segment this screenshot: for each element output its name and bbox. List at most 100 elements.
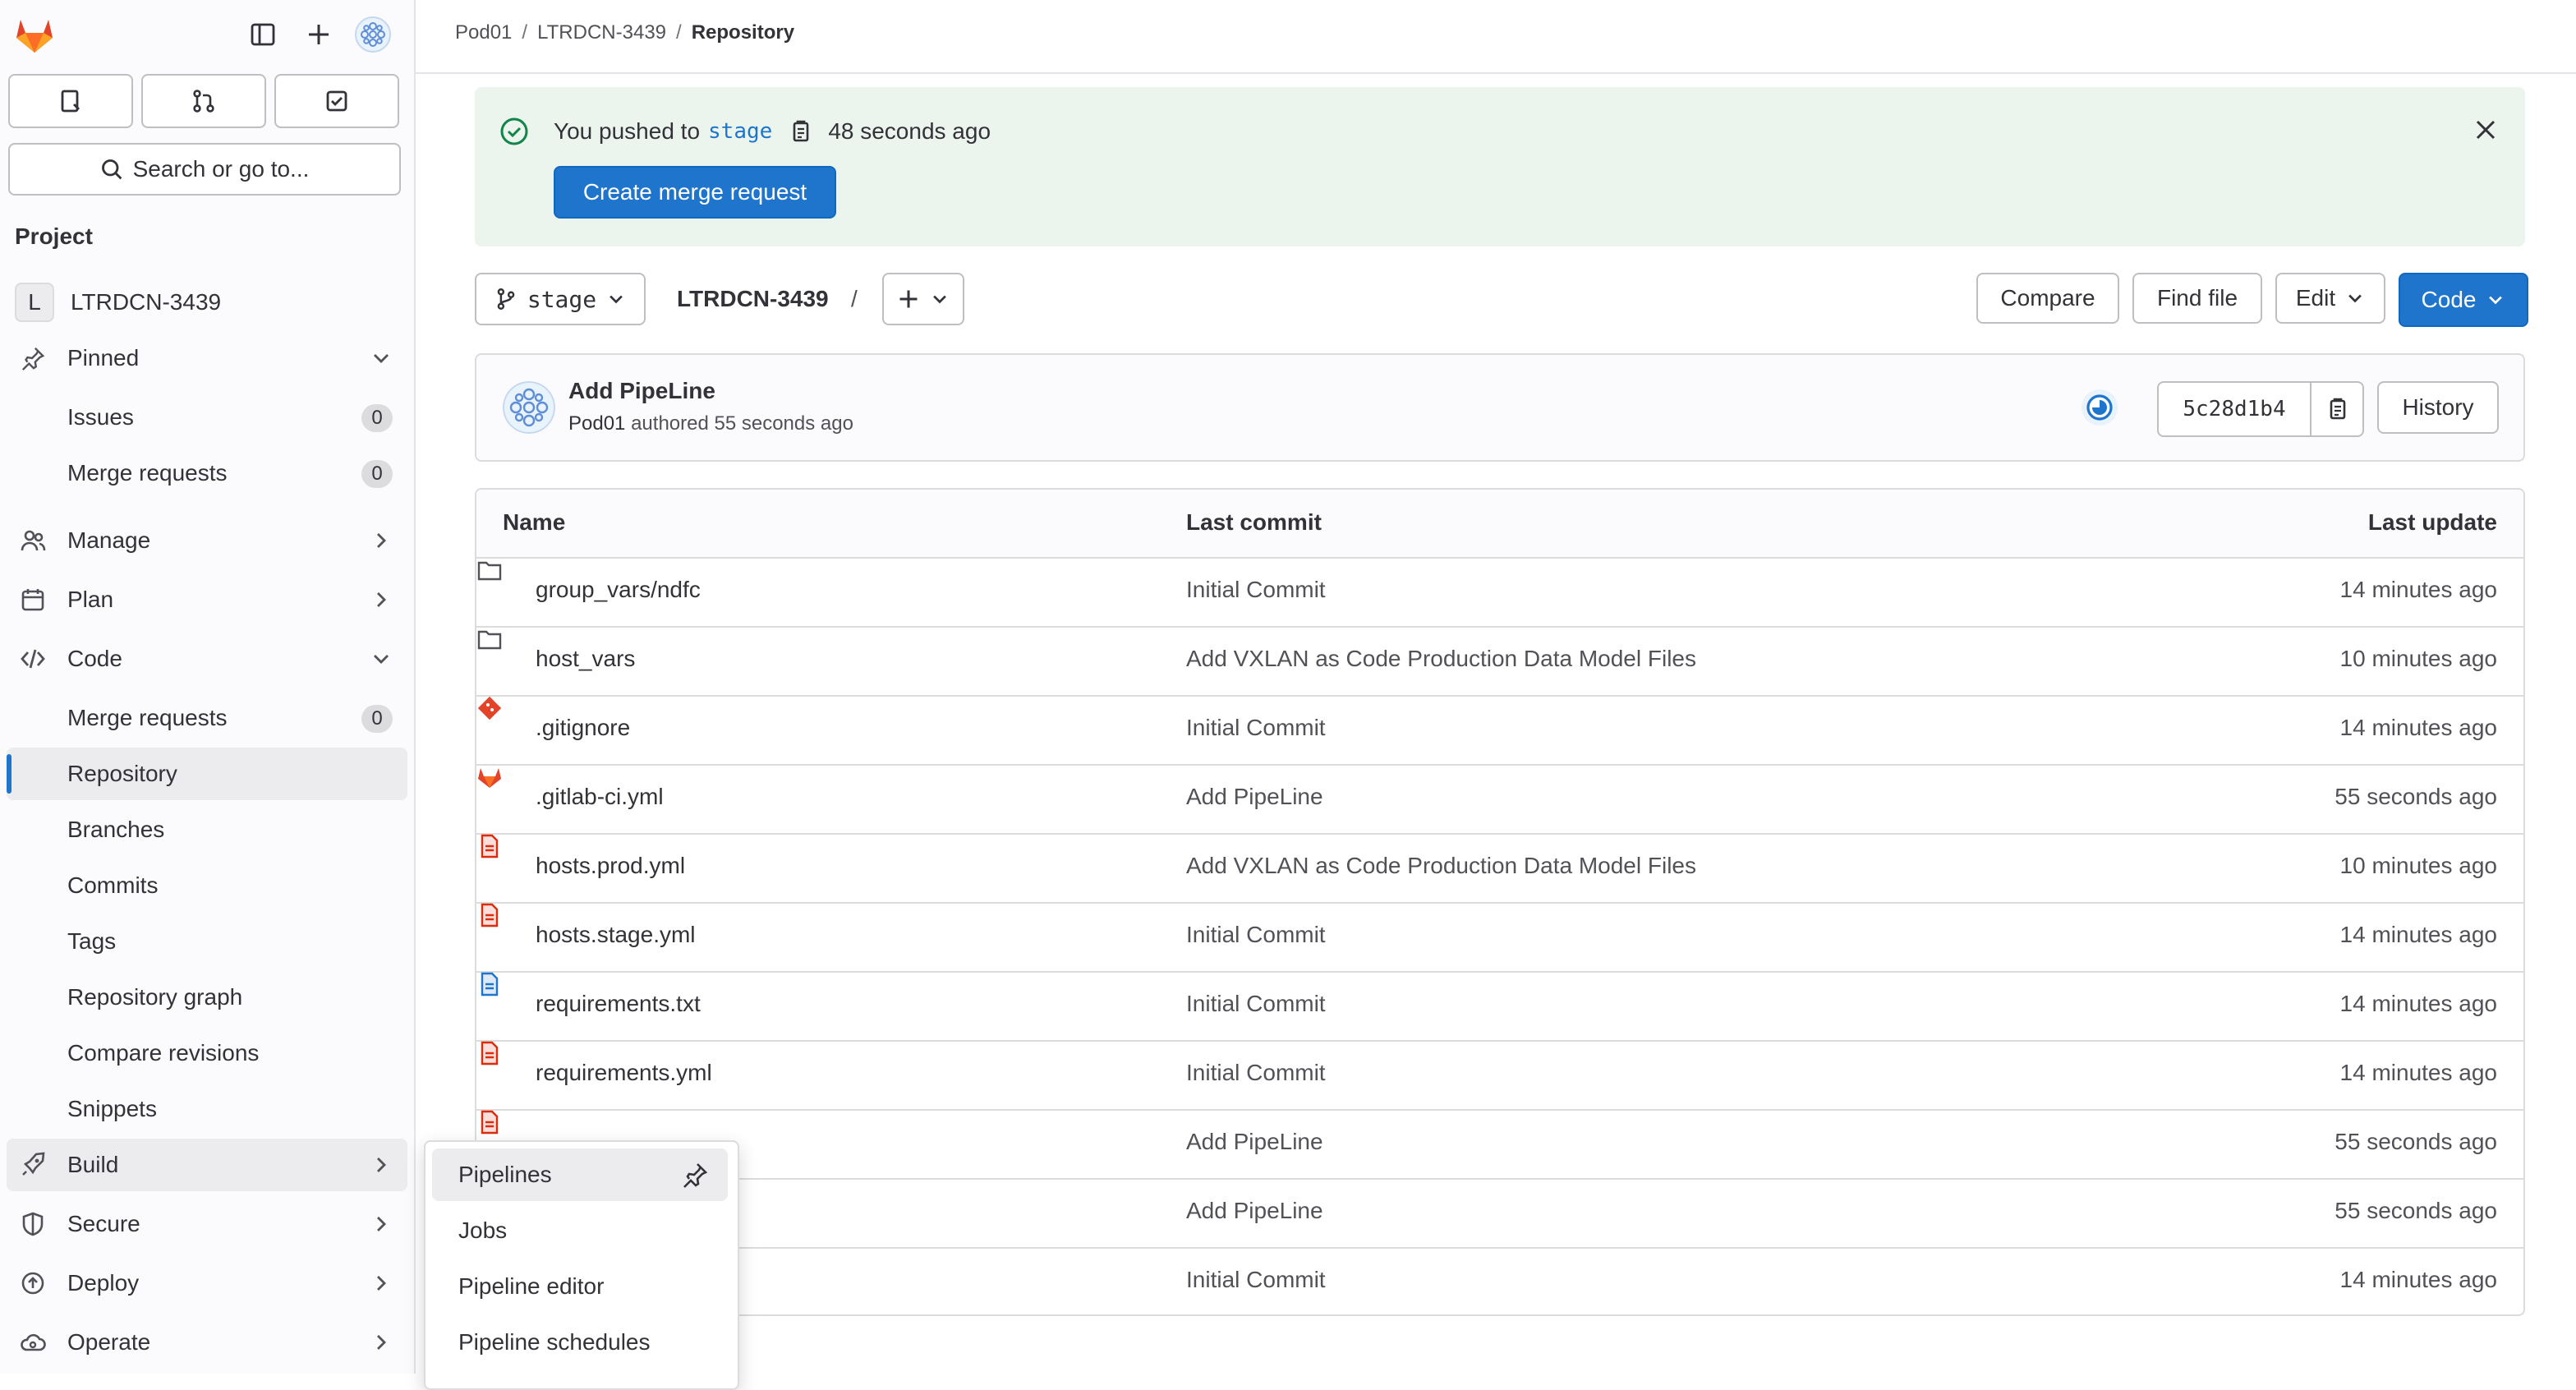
nav-deploy-label: Deploy (67, 1270, 140, 1296)
table-row[interactable]: requirements.txt Initial Commit 14 minut… (476, 971, 2523, 1042)
commit-message-link[interactable]: Add VXLAN as Code Production Data Model … (1186, 853, 1696, 879)
nav-deploy[interactable]: Deploy (0, 1257, 414, 1309)
table-row[interactable]: .gitignore Initial Commit 14 minutes ago (476, 695, 2523, 766)
code-icon (20, 646, 46, 672)
last-update: 10 minutes ago (2339, 853, 2497, 878)
commit-message-link[interactable]: Add PipeLine (1186, 1129, 1323, 1155)
sidebar-item-branches[interactable]: Branches (0, 803, 414, 856)
add-to-tree-button[interactable] (882, 273, 964, 325)
commit-message-link[interactable]: Initial Commit (1186, 577, 1326, 603)
commit-message-link[interactable]: Add PipeLine (1186, 784, 1323, 810)
sidebar-toggle-icon[interactable] (245, 16, 281, 53)
sidebar-item-snippets[interactable]: Snippets (0, 1083, 414, 1135)
column-header-last-commit: Last commit (1186, 509, 1322, 535)
create-merge-request-button[interactable]: Create merge request (554, 166, 836, 219)
file-name-link[interactable]: .gitignore (536, 715, 630, 741)
table-row[interactable]: .gitlab-ci.yml Add PipeLine 55 seconds a… (476, 764, 2523, 835)
commit-message-link[interactable]: Initial Commit (1186, 715, 1326, 741)
commit-title[interactable]: Add PipeLine (568, 378, 715, 404)
nav-build[interactable]: Build (7, 1139, 407, 1191)
table-row[interactable]: host_vars Add VXLAN as Code Production D… (476, 626, 2523, 697)
file-name-link[interactable]: hosts.prod.yml (536, 853, 685, 879)
commit-message-link[interactable]: Initial Commit (1186, 991, 1326, 1017)
project-avatar: L (15, 283, 54, 322)
branch-selector[interactable]: stage (475, 273, 646, 325)
code-dropdown[interactable]: Code (2399, 273, 2528, 327)
todo-list-button[interactable] (274, 74, 399, 128)
file-name-link[interactable]: requirements.yml (536, 1060, 712, 1086)
close-icon[interactable] (2472, 117, 2499, 143)
file-name-link[interactable]: group_vars/ndfc (536, 577, 701, 603)
folder-icon (477, 561, 502, 581)
search-button[interactable]: Search or go to... (8, 143, 401, 196)
nav-operate[interactable]: Operate (0, 1316, 414, 1369)
file-name-link[interactable]: hosts.stage.yml (536, 922, 696, 948)
commit-message-link[interactable]: Initial Commit (1186, 1060, 1326, 1086)
project-path-link[interactable]: LTRDCN-3439 (677, 286, 829, 312)
table-row[interactable]: Initial Commit 14 minutes ago (476, 1247, 2523, 1314)
author-avatar[interactable] (503, 381, 555, 434)
commit-message-link[interactable]: Add VXLAN as Code Production Data Model … (1186, 646, 1696, 672)
file-name-link[interactable]: host_vars (536, 646, 635, 672)
table-row[interactable]: group_vars/ndfc Initial Commit 14 minute… (476, 557, 2523, 628)
sidebar-item-repository[interactable]: Repository (7, 748, 407, 800)
table-row[interactable]: Add PipeLine 55 seconds ago (476, 1178, 2523, 1249)
sidebar-header (0, 0, 414, 69)
sidebar-item-compare-revisions[interactable]: Compare revisions (0, 1027, 414, 1079)
yaml-file-icon (481, 834, 499, 858)
menu-item-pipelines[interactable]: Pipelines (432, 1148, 728, 1201)
todo-icon (326, 90, 347, 112)
chevron-down-icon (2489, 296, 2503, 305)
commit-message-link[interactable]: Initial Commit (1186, 1267, 1326, 1293)
nav-plan[interactable]: Plan (0, 573, 414, 626)
chevron-right-icon (377, 1217, 386, 1231)
commit-author[interactable]: Pod01 (568, 412, 625, 435)
assigned-issues-button[interactable] (8, 74, 133, 128)
menu-item-label: Pipelines (458, 1162, 552, 1187)
pipeline-running-icon[interactable] (2080, 388, 2119, 427)
alert-branch-link[interactable]: stage (708, 119, 772, 144)
gitlab-logo-icon[interactable] (13, 13, 56, 56)
breadcrumb-item-current[interactable]: Repository (692, 21, 794, 44)
check-circle-icon (500, 117, 528, 145)
sidebar-item-issues[interactable]: Issues 0 (0, 391, 414, 444)
nav-manage[interactable]: Manage (0, 514, 414, 567)
compare-button[interactable]: Compare (1976, 273, 2119, 324)
project-link[interactable]: L LTRDCN-3439 (15, 283, 221, 322)
sidebar-item-tags[interactable]: Tags (0, 915, 414, 968)
commit-sha[interactable]: 5c28d1b4 (2159, 383, 2312, 435)
nav-code[interactable]: Code (0, 633, 414, 685)
table-row[interactable]: hosts.prod.yml Add VXLAN as Code Product… (476, 833, 2523, 904)
breadcrumb-item-project[interactable]: LTRDCN-3439 (537, 21, 666, 44)
table-row[interactable]: requirements.yml Initial Commit 14 minut… (476, 1040, 2523, 1111)
breadcrumb-item-group[interactable]: Pod01 (455, 21, 512, 44)
user-avatar[interactable] (355, 16, 391, 53)
nav-pinned[interactable]: Pinned (0, 332, 414, 384)
copy-sha-button[interactable] (2312, 383, 2362, 435)
pin-icon[interactable] (682, 1162, 708, 1188)
menu-item-pipeline-schedules[interactable]: Pipeline schedules (432, 1316, 728, 1369)
merge-requests-button[interactable] (141, 74, 266, 128)
last-update: 55 seconds ago (2334, 1198, 2497, 1223)
commit-sha-group: 5c28d1b4 (2157, 381, 2364, 437)
search-label: Search or go to... (132, 156, 310, 182)
find-file-button[interactable]: Find file (2132, 273, 2262, 324)
file-name-link[interactable]: .gitlab-ci.yml (536, 784, 664, 810)
breadcrumb-separator: / (522, 21, 528, 44)
file-name-link[interactable]: requirements.txt (536, 991, 701, 1017)
plus-icon[interactable] (301, 16, 337, 53)
commit-message-link[interactable]: Add PipeLine (1186, 1198, 1323, 1224)
sidebar-item-merge-requests[interactable]: Merge requests 0 (0, 692, 414, 744)
table-row[interactable]: hosts.stage.yml Initial Commit 14 minute… (476, 902, 2523, 973)
table-row[interactable]: Add PipeLine 55 seconds ago (476, 1109, 2523, 1180)
menu-item-pipeline-editor[interactable]: Pipeline editor (432, 1260, 728, 1313)
sidebar-item-commits[interactable]: Commits (0, 859, 414, 912)
edit-dropdown[interactable]: Edit (2275, 273, 2385, 324)
commit-message-link[interactable]: Initial Commit (1186, 922, 1326, 948)
sidebar-item-repository-graph[interactable]: Repository graph (0, 971, 414, 1024)
history-button[interactable]: History (2377, 381, 2499, 434)
nav-secure[interactable]: Secure (0, 1198, 414, 1250)
copy-icon[interactable] (787, 118, 813, 145)
sidebar-item-merge-requests-pinned[interactable]: Merge requests 0 (0, 447, 414, 499)
menu-item-jobs[interactable]: Jobs (432, 1204, 728, 1257)
